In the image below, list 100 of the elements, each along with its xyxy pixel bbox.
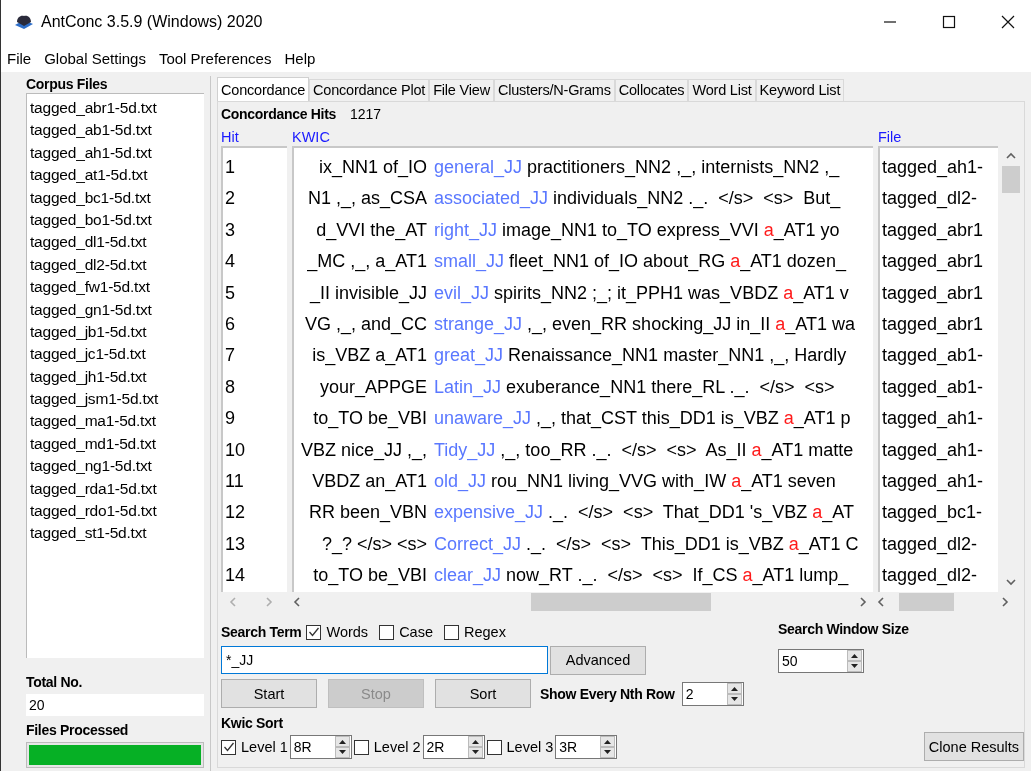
spin-arrows-icon[interactable] [847, 650, 862, 672]
checkbox[interactable] [221, 739, 236, 755]
menu-item[interactable]: Global Settings [44, 49, 146, 67]
maximize-icon[interactable] [942, 15, 956, 29]
table-cell-text: 14 [224, 564, 247, 588]
scroll-right-icon[interactable] [1001, 595, 1009, 608]
tab[interactable]: File View [429, 79, 494, 101]
collocate-text: a [783, 282, 794, 303]
file-list-item[interactable]: tagged_jsm1-5d.txt [28, 388, 204, 411]
keyword-text: Correct_JJ [434, 532, 522, 557]
table-cell-text: tagged_dl2- [881, 187, 979, 211]
context-text: ,_, even_RR shocking_JJ in_II [527, 313, 772, 334]
file-list-item[interactable]: tagged_dl2-5d.txt [28, 253, 204, 277]
app-icon[interactable] [13, 13, 35, 31]
context-text: rou_NN1 living_VVG with_IW [491, 470, 728, 491]
tab[interactable]: Concordance [217, 77, 310, 101]
tab[interactable]: Word List [688, 79, 756, 101]
context-text: exuberance_NN1 there_RL ._. </s> <s> [506, 376, 835, 397]
context-text: _AT1 wa [785, 313, 855, 334]
clone-results-button[interactable]: Clone Results [924, 732, 1024, 761]
file-list-item[interactable]: tagged_jb1-5d.txt [28, 320, 204, 344]
file-list-item[interactable]: tagged_bc1-5d.txt [28, 186, 204, 209]
column-header[interactable]: Hit [221, 129, 239, 145]
checkbox[interactable] [306, 624, 322, 640]
scroll-down-icon[interactable] [1005, 576, 1017, 588]
file-list-item[interactable]: tagged_fw1-5d.txt [28, 276, 204, 299]
collocate-text: a [788, 533, 799, 554]
context-text: _AT1 p [793, 408, 851, 429]
file-list-item[interactable]: tagged_st1-5d.txt [28, 522, 204, 545]
file-list-item[interactable]: tagged_ma1-5d.txt [28, 410, 204, 433]
table-cell-text: tagged_abr1 [881, 250, 985, 274]
nth-row-spinner[interactable]: 2 [681, 681, 744, 706]
keyword-text: small_JJ [434, 250, 504, 274]
table-cell-text: tagged_abr1 [881, 281, 985, 306]
collocate-text: a [730, 251, 741, 272]
table-cell-text: 9 [224, 407, 236, 431]
scroll-left-icon[interactable] [877, 595, 885, 608]
search-field[interactable]: *_JJ [221, 646, 548, 674]
field-label: Search Window Size [778, 621, 910, 639]
checkbox[interactable] [444, 624, 459, 640]
column-header[interactable]: File [878, 129, 902, 145]
spin-arrows-icon[interactable] [467, 736, 483, 758]
scroll-left-icon[interactable] [293, 595, 301, 608]
context-text: _AT1 dozen_ [740, 251, 846, 272]
scrollbar-thumb[interactable] [1002, 166, 1020, 193]
collocate-text: a [742, 565, 753, 586]
scroll-right-icon[interactable] [859, 595, 867, 608]
context-text: ._. </s> <s> That_DD1 's_VBZ [548, 502, 809, 523]
scrollbar-thumb[interactable] [531, 592, 711, 611]
table-cell-text: 3 [224, 218, 236, 242]
file-list-item[interactable]: tagged_dl1-5d.txt [28, 231, 204, 254]
file-list-item[interactable]: tagged_md1-5d.txt [28, 432, 204, 456]
tab[interactable]: Clusters/N-Grams [493, 79, 615, 101]
menu-item[interactable]: Help [284, 49, 316, 67]
keyword-text: general_JJ [434, 156, 523, 180]
keyword-text: Latin_JJ [434, 375, 502, 400]
level-spinner[interactable]: 2R [422, 735, 485, 759]
file-list-item[interactable]: tagged_at1-5d.txt [28, 164, 204, 187]
scrollbar-thumb[interactable] [899, 592, 954, 611]
context-text: _II invisible_JJ [308, 281, 427, 306]
spin-arrows-icon[interactable] [600, 736, 616, 758]
hits-label: Concordance Hits [221, 106, 336, 122]
file-list-item[interactable]: tagged_gn1-5d.txt [28, 298, 204, 321]
spin-arrows-icon[interactable] [334, 736, 350, 758]
checkbox[interactable] [379, 624, 395, 640]
window-size-spinner[interactable]: 50 [778, 649, 864, 673]
context-text: VBZ nice_JJ ,_, [299, 438, 427, 463]
close-icon[interactable] [1001, 15, 1015, 29]
file-list-item[interactable]: tagged_bo1-5d.txt [28, 208, 204, 232]
keyword-text: right_JJ [434, 218, 498, 243]
file-list-item[interactable]: tagged_abr1-5d.txt [28, 97, 204, 120]
action-button[interactable]: Sort [435, 679, 531, 708]
table-cell-text: tagged_ab1- [881, 344, 985, 368]
advanced-button[interactable]: Advanced [550, 645, 646, 675]
checkbox-label: Level 3 [506, 739, 554, 755]
tab[interactable]: Keyword List [755, 79, 845, 101]
file-list-item[interactable]: tagged_rdo1-5d.txt [28, 500, 204, 523]
checkbox[interactable] [486, 739, 502, 755]
checkbox[interactable] [353, 739, 369, 755]
field-label: Kwic Sort [221, 714, 284, 732]
menu-item[interactable]: Tool Preferences [158, 49, 272, 67]
file-list-item[interactable]: tagged_ab1-5d.txt [28, 119, 204, 142]
table-cell-text: 8 [224, 375, 236, 399]
file-list-item[interactable]: tagged_jh1-5d.txt [28, 365, 204, 389]
context-text: VG ,_, and_CC [303, 312, 427, 337]
tab[interactable]: Concordance Plot [309, 79, 430, 101]
file-list-item[interactable]: tagged_rda1-5d.txt [28, 477, 204, 501]
file-list-item[interactable]: tagged_ng1-5d.txt [28, 455, 204, 478]
file-list-item[interactable]: tagged_jc1-5d.txt [28, 343, 204, 366]
action-button[interactable]: Start [221, 679, 317, 708]
column-header[interactable]: KWIC [292, 129, 330, 145]
spin-arrows-icon[interactable] [726, 682, 742, 705]
tab[interactable]: Collocates [614, 79, 689, 101]
keyword-text: expensive_JJ [434, 501, 544, 525]
level-spinner[interactable]: 3R [555, 735, 618, 759]
level-spinner[interactable]: 8R [289, 735, 352, 759]
collocate-text: a [731, 470, 742, 491]
menu-item[interactable]: File [7, 49, 32, 67]
keyword-text: unaware_JJ [434, 407, 532, 431]
file-list-item[interactable]: tagged_ah1-5d.txt [28, 141, 204, 165]
